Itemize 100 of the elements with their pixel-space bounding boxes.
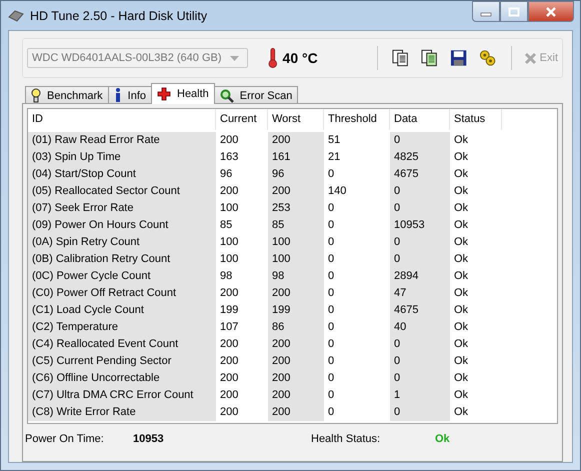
table-cell: 0 [390, 251, 450, 268]
table-cell-text: Ok [453, 218, 470, 233]
column-header[interactable]: Current [216, 109, 268, 130]
column-header[interactable]: Threshold [324, 109, 390, 130]
health-status-label: Health Status: [311, 433, 382, 445]
table-cell-text: 199 [219, 303, 240, 318]
table-cell-text: 51 [327, 133, 342, 148]
table-cell: 4675 [390, 302, 450, 319]
maximize-icon [508, 6, 520, 16]
copy-icon[interactable] [392, 49, 409, 67]
table-cell-text: 200 [219, 133, 240, 148]
table-cell-text: Ok [453, 303, 470, 318]
table-cell: (C5) Current Pending Sector [28, 353, 216, 370]
table-cell: (09) Power On Hours Count [28, 217, 216, 234]
table-cell: 200 [268, 132, 324, 149]
table-cell: (C1) Load Cycle Count [28, 302, 216, 319]
table-cell: 200 [268, 285, 324, 302]
table-cell-text: Ok [453, 150, 470, 165]
table-cell: (0B) Calibration Retry Count [28, 251, 216, 268]
maximize-button[interactable] [500, 1, 528, 22]
table-cell-text: 200 [219, 388, 240, 403]
save-icon[interactable] [450, 49, 468, 67]
table-cell-text: Ok [453, 388, 470, 403]
close-icon [545, 6, 557, 16]
table-cell-text: Ok [453, 184, 470, 199]
tab[interactable]: Info [108, 86, 152, 104]
table-cell-text: 0 [327, 235, 336, 250]
table-cell: (C4) Reallocated Event Count [28, 336, 216, 353]
table-cell: 86 [268, 319, 324, 336]
table-cell-text: 100 [219, 201, 240, 216]
info-icon [114, 88, 122, 103]
table-cell: 200 [268, 387, 324, 404]
table-cell: 2894 [390, 268, 450, 285]
table-cell: (07) Seek Error Rate [28, 200, 216, 217]
caret-icon [230, 56, 239, 60]
minimize-button[interactable] [472, 1, 500, 22]
tab[interactable]: Error Scan [214, 86, 298, 104]
table-cell-text: 200 [219, 371, 240, 386]
cross-icon [157, 87, 171, 101]
table-cell-text: Ok [453, 133, 470, 148]
table-cell: 161 [268, 149, 324, 166]
table-cell: 200 [268, 336, 324, 353]
thermometer-icon [268, 47, 278, 69]
column-header[interactable]: Worst [268, 109, 324, 130]
table-cell-text: 163 [219, 150, 240, 165]
column-header[interactable]: Status [450, 109, 502, 130]
table-cell: (04) Start/Stop Count [28, 166, 216, 183]
table-cell: 4825 [390, 149, 450, 166]
table-cell: 0 [390, 183, 450, 200]
table-cell-text: 85 [219, 218, 234, 233]
copy-all-icon[interactable] [420, 49, 438, 67]
table-cell-text: 0 [327, 201, 336, 216]
table-cell: (0A) Spin Retry Count [28, 234, 216, 251]
table-cell: 4675 [390, 166, 450, 183]
table-cell-text: 0 [327, 218, 336, 233]
table-cell: 98 [268, 268, 324, 285]
close-button[interactable] [528, 1, 574, 22]
table-cell: 200 [268, 370, 324, 387]
table-cell: (0C) Power Cycle Count [28, 268, 216, 285]
table-cell-text: 0 [327, 337, 336, 352]
table-cell: 200 [268, 353, 324, 370]
table-cell-text: 200 [219, 405, 240, 420]
table-cell-text: Ok [453, 235, 470, 250]
table-cell: 0 [390, 132, 450, 149]
table-cell: (03) Spin Up Time [28, 149, 216, 166]
table-cell-text: 0 [327, 405, 336, 420]
table-cell-text: Ok [453, 405, 470, 420]
column-header[interactable]: Data [390, 109, 450, 130]
window-title: HD Tune 2.50 - Hard Disk Utility [30, 8, 208, 22]
table-cell: 200 [268, 404, 324, 421]
table-cell-text: Ok [453, 167, 470, 182]
table-cell-text: 140 [327, 184, 348, 199]
table-cell: 199 [268, 302, 324, 319]
column-header[interactable]: ID [28, 109, 216, 130]
gears-icon[interactable] [479, 49, 497, 67]
table-cell-text: 0 [327, 354, 336, 369]
table-cell-text: 0 [327, 371, 336, 386]
table-cell: 200 [268, 183, 324, 200]
table-cell: 10953 [390, 217, 450, 234]
table-cell-text: 0 [327, 303, 336, 318]
table-cell: 96 [268, 166, 324, 183]
tab[interactable]: Health [151, 83, 215, 104]
table-cell: 85 [268, 217, 324, 234]
table-cell: (C7) Ultra DMA CRC Error Count [28, 387, 216, 404]
tab[interactable]: Benchmark [25, 86, 109, 104]
table-cell-text: Ok [453, 286, 470, 301]
table-cell-text: 200 [219, 286, 240, 301]
magnifier-icon [220, 88, 234, 102]
close-icon [524, 52, 537, 64]
table-cell: (C6) Offline Uncorrectable [28, 370, 216, 387]
drive-dropdown[interactable]: WDC WD6401AALS-00L3B2 (640 GB) [27, 48, 248, 68]
power-on-value: 10953 [133, 433, 165, 445]
table-cell-text: 107 [219, 320, 240, 335]
table-cell-text: Ok [453, 371, 470, 386]
table-cell: 0 [390, 370, 450, 387]
table-cell-text: 96 [219, 167, 234, 182]
table-cell-text: Ok [453, 269, 470, 284]
table-cell-text: 0 [327, 286, 336, 301]
table-cell-text: Ok [453, 320, 470, 335]
table-cell-text: 0 [327, 167, 336, 182]
